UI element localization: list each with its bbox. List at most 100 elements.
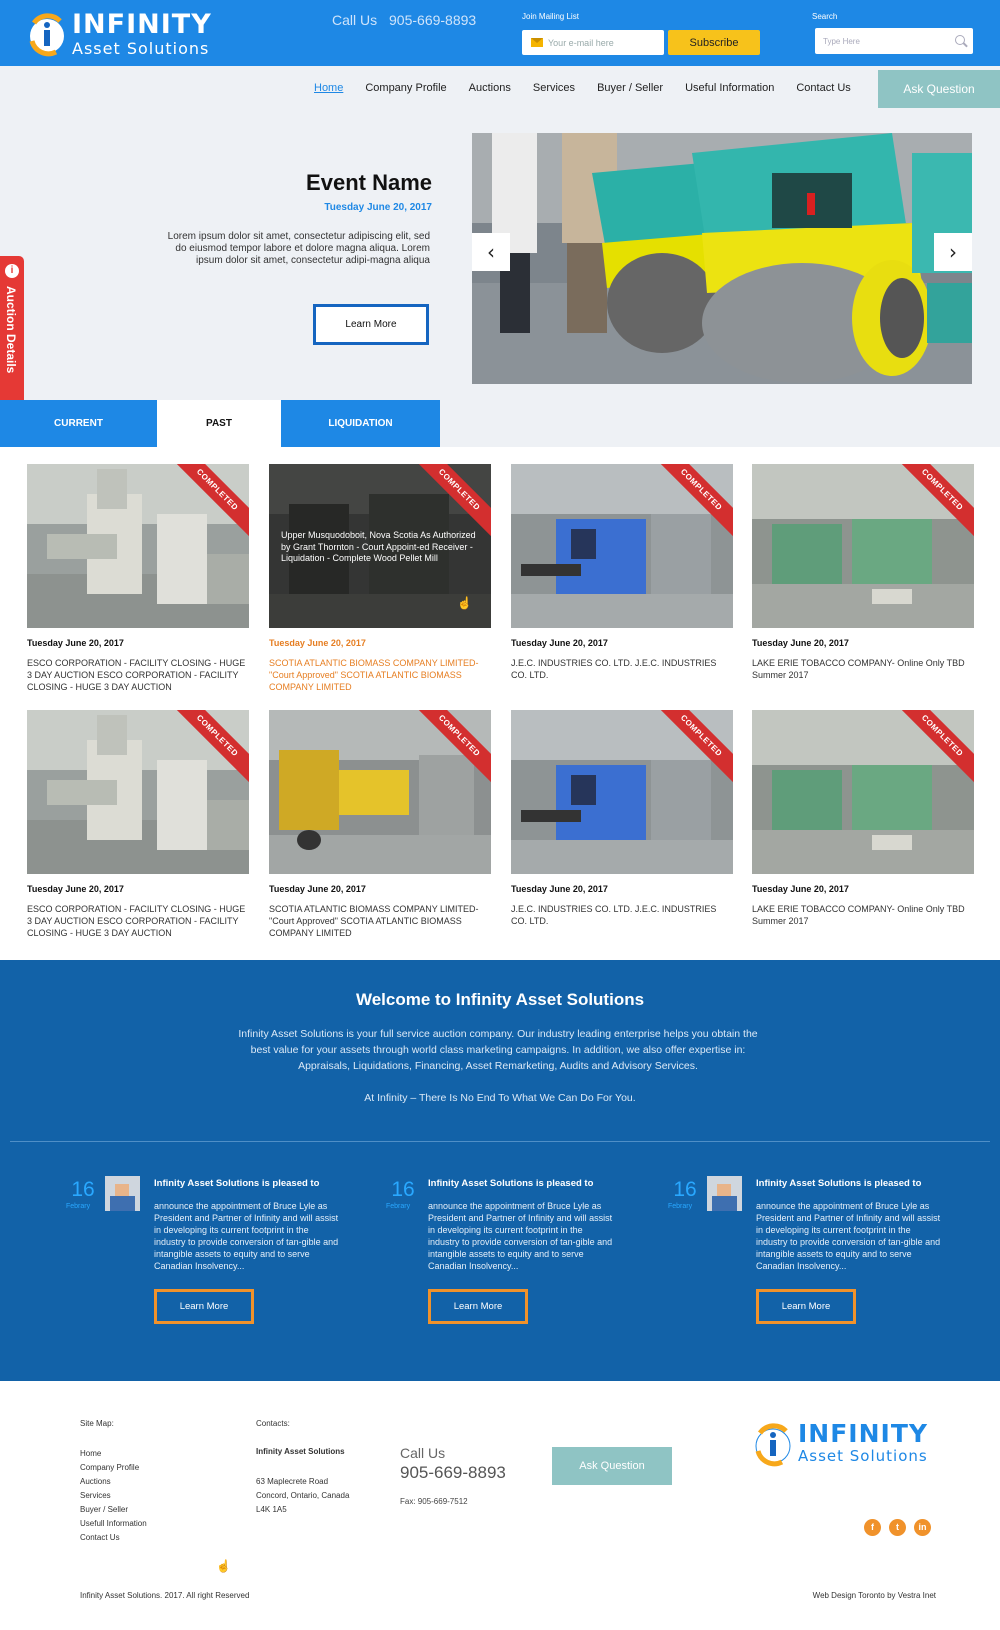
facebook-icon[interactable]: f [864,1519,881,1536]
contacts-label: Contacts: [256,1419,290,1428]
mailing-list-label: Join Mailing List [522,12,579,21]
auction-title[interactable]: J.E.C. INDUSTRIES CO. LTD. J.E.C. INDUST… [511,657,733,681]
auction-date: Tuesday June 20, 2017 [269,884,366,894]
nav-item-company-profile[interactable]: Company Profile [365,82,446,94]
welcome-intro: Infinity Asset Solutions is your full se… [238,1028,758,1072]
tab-past[interactable]: PAST [157,400,281,447]
nav-item-services[interactable]: Services [533,82,575,94]
slider-image [472,133,972,384]
email-field[interactable] [548,34,660,51]
auction-title[interactable]: SCOTIA ATLANTIC BIOMASS COMPANY LIMITED-… [269,657,491,693]
sitemap-link-home[interactable]: Home [80,1447,147,1461]
subscribe-button[interactable]: Subscribe [668,30,760,55]
sitemap-link-company-profile[interactable]: Company Profile [80,1461,147,1475]
logo-mark-icon [29,13,64,57]
auction-title[interactable]: SCOTIA ATLANTIC BIOMASS COMPANY LIMITED-… [269,903,491,939]
auction-card[interactable]: COMPLETED Tuesday June 20, 2017 J.E.C. I… [511,464,733,681]
auction-title[interactable]: LAKE ERIE TOBACCO COMPANY- Online Only T… [752,657,974,681]
auction-date: Tuesday June 20, 2017 [511,884,608,894]
info-icon: i [5,264,19,278]
auction-card[interactable]: COMPLETED Tuesday June 20, 2017 LAKE ERI… [752,710,974,927]
auction-card[interactable]: COMPLETED Tuesday June 20, 2017 J.E.C. I… [511,710,733,927]
hero-section: Home Company Profile Auctions Services B… [0,66,1000,406]
nav-item-buyer-seller[interactable]: Buyer / Seller [597,82,663,94]
auction-image[interactable]: COMPLETED [269,710,491,874]
auction-image[interactable]: COMPLETED [752,464,974,628]
sitemap-link-auctions[interactable]: Auctions [80,1475,147,1489]
nav-item-contact-us[interactable]: Contact Us [796,82,850,94]
auction-image[interactable]: COMPLETED [511,710,733,874]
auction-details-label: Auction Details [4,286,18,374]
welcome-tagline: At Infinity – There Is No End To What We… [364,1092,636,1104]
auction-title[interactable]: ESCO CORPORATION - FACILITY CLOSING - HU… [27,657,249,693]
auction-image[interactable]: COMPLETED [27,464,249,628]
chevron-right-icon: › [949,240,957,264]
auction-image[interactable]: COMPLETED [27,710,249,874]
auction-card[interactable]: COMPLETED Tuesday June 20, 2017 LAKE ERI… [752,464,974,681]
footer-fax: Fax: 905-669-7512 [400,1497,468,1506]
auction-image[interactable]: COMPLETED [511,464,733,628]
news-thumbnail [105,1176,140,1211]
search-input[interactable] [823,33,943,49]
welcome-title: Welcome to Infinity Asset Solutions [355,990,645,1009]
welcome-section: Welcome to Infinity Asset Solutions Infi… [0,960,1000,1381]
address-line-3: L4K 1A5 [256,1505,287,1514]
auction-details-tab[interactable]: i Auction Details [0,256,24,406]
slider-next-button[interactable]: › [934,233,972,271]
search-icon[interactable] [955,35,965,45]
logo-title: INFINITY [72,9,212,40]
hand-cursor-icon: ☝ [216,1559,231,1573]
hero-learn-more-button[interactable]: Learn More [313,304,429,345]
slider-prev-button[interactable]: ‹ [472,233,510,271]
ask-question-button[interactable]: Ask Question [878,70,1000,108]
search-field-wrap [815,28,973,54]
news-day: 16 [673,1178,697,1201]
news-learn-more-button[interactable]: Learn More [756,1289,856,1324]
news-learn-more-button[interactable]: Learn More [154,1289,254,1324]
footer-logo-title: INFINITY [798,1419,928,1448]
auction-title[interactable]: J.E.C. INDUSTRIES CO. LTD. J.E.C. INDUST… [511,903,733,927]
news-headline: Infinity Asset Solutions is pleased to [756,1178,922,1189]
hero-slider: ‹ › [472,133,972,384]
sitemap-link-services[interactable]: Services [80,1489,147,1503]
event-title: Event Name [306,170,432,195]
chevron-left-icon: ‹ [487,240,495,264]
footer-logo[interactable]: INFINITY Asset Solutions [752,1419,942,1471]
auction-tabs: CURRENT PAST LIQUIDATION [0,400,1000,447]
auction-card[interactable]: Upper Musquodoboit, Nova Scotia As Autho… [269,464,491,693]
call-phone[interactable]: 905-669-8893 [389,12,476,28]
main-nav: Home Company Profile Auctions Services B… [314,82,851,94]
address-line-1: 63 Maplecrete Road [256,1477,329,1486]
nav-item-useful-information[interactable]: Useful Information [685,82,774,94]
footer-call-phone[interactable]: 905-669-8893 [400,1463,506,1483]
auction-date: Tuesday June 20, 2017 [269,638,366,648]
news-headline: Infinity Asset Solutions is pleased to [428,1178,594,1189]
nav-item-home[interactable]: Home [314,82,343,94]
news-day: 16 [391,1178,415,1201]
site-logo[interactable]: INFINITY Asset Solutions [26,9,216,61]
auction-title[interactable]: ESCO CORPORATION - FACILITY CLOSING - HU… [27,903,249,939]
twitter-icon[interactable]: t [889,1519,906,1536]
email-field-wrap [522,30,664,55]
auction-card[interactable]: COMPLETED Tuesday June 20, 2017 ESCO COR… [27,710,249,939]
design-credit[interactable]: Web Design Toronto by Vestra Inet [813,1591,936,1600]
news-month: Febrary [668,1203,693,1210]
footer-company-name: Infinity Asset Solutions [256,1447,345,1456]
sitemap-link-buyer-seller[interactable]: Buyer / Seller [80,1503,147,1517]
auction-image[interactable]: COMPLETED [752,710,974,874]
sitemap-link-contact-us[interactable]: Contact Us [80,1531,147,1545]
auction-card[interactable]: COMPLETED Tuesday June 20, 2017 SCOTIA A… [269,710,491,939]
auction-card[interactable]: COMPLETED Tuesday June 20, 2017 ESCO COR… [27,464,249,693]
sitemap-link-useful-information[interactable]: Usefull Information [80,1517,147,1531]
news-body: announce the appointment of Bruce Lyle a… [428,1201,613,1271]
auction-image[interactable]: Upper Musquodoboit, Nova Scotia As Autho… [269,464,491,628]
linkedin-icon[interactable]: in [914,1519,931,1536]
tab-liquidation[interactable]: LIQUIDATION [281,400,440,447]
nav-item-auctions[interactable]: Auctions [469,82,511,94]
footer-ask-question-button[interactable]: Ask Question [552,1447,672,1485]
tab-current[interactable]: CURRENT [0,400,157,447]
copyright-text: Infinity Asset Solutions. 2017. All righ… [80,1591,250,1600]
news-body: announce the appointment of Bruce Lyle a… [756,1201,941,1271]
news-learn-more-button[interactable]: Learn More [428,1289,528,1324]
auction-title[interactable]: LAKE ERIE TOBACCO COMPANY- Online Only T… [752,903,974,927]
